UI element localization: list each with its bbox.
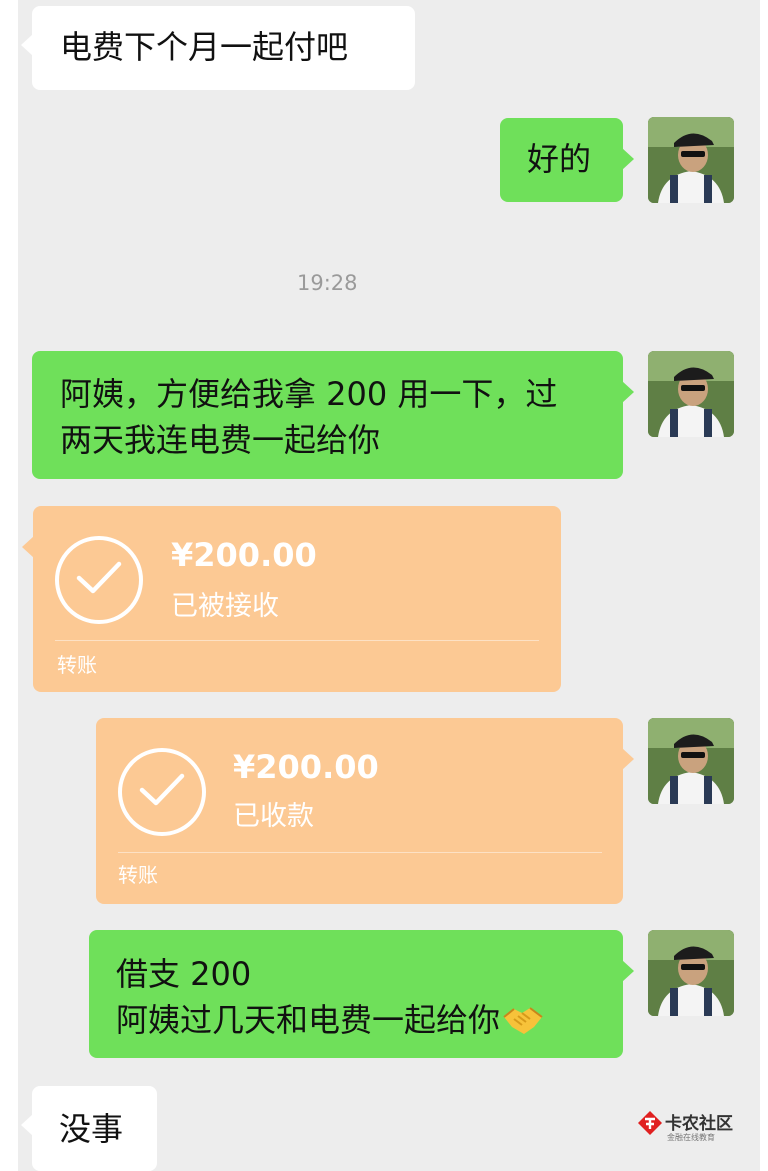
transfer-card-collected[interactable]: ¥200.00 已收款 转账 bbox=[96, 718, 634, 904]
transfer-label: 转账 bbox=[57, 653, 97, 677]
watermark-title: 卡农社区 bbox=[665, 1114, 733, 1134]
transfer-divider bbox=[55, 640, 539, 641]
transfer-label: 转账 bbox=[118, 863, 158, 887]
message-text-line: 阿姨过几天和电费一起给你 bbox=[116, 1001, 501, 1039]
avatar[interactable] bbox=[648, 117, 734, 203]
avatar-image bbox=[648, 117, 734, 203]
message-bubble-outgoing[interactable]: 好的 bbox=[500, 118, 634, 202]
avatar-image bbox=[648, 930, 734, 1016]
message-bubble-outgoing[interactable]: 借支 200 阿姨过几天和电费一起给你 bbox=[89, 930, 634, 1058]
message-bubble-outgoing[interactable]: 阿姨，方便给我拿 200 用一下，过 两天我连电费一起给你 bbox=[32, 351, 634, 479]
message-text-line: 两天我连电费一起给你 bbox=[60, 421, 381, 459]
transfer-amount: ¥200.00 bbox=[233, 748, 379, 786]
transfer-status: 已被接收 bbox=[171, 591, 279, 622]
message-text-line: 阿姨，方便给我拿 200 用一下，过 bbox=[60, 375, 558, 413]
avatar[interactable] bbox=[648, 930, 734, 1016]
avatar[interactable] bbox=[648, 351, 734, 437]
timestamp: 19:28 bbox=[297, 271, 358, 295]
avatar-image bbox=[648, 718, 734, 804]
watermark-tagline: 金融在线教育 bbox=[667, 1133, 715, 1142]
avatar-image bbox=[648, 351, 734, 437]
message-text-line: 借支 200 bbox=[116, 955, 252, 993]
watermark: 卡农社区 金融在线教育 bbox=[637, 1108, 757, 1148]
chat-area: 电费下个月一起付吧 好的 19:28 阿姨，方便给我拿 200 用一下，过 两天… bbox=[18, 0, 760, 1171]
message-bubble-incoming[interactable]: 电费下个月一起付吧 bbox=[21, 6, 415, 90]
transfer-amount: ¥200.00 bbox=[171, 536, 317, 574]
message-text: 电费下个月一起付吧 bbox=[60, 28, 349, 66]
message-text: 没事 bbox=[59, 1110, 124, 1148]
message-text-line-wrap: 阿姨过几天和电费一起给你 bbox=[116, 997, 623, 1049]
transfer-status: 已收款 bbox=[233, 801, 314, 832]
transfer-divider bbox=[118, 852, 602, 853]
transfer-card-received[interactable]: ¥200.00 已被接收 转账 bbox=[22, 506, 561, 692]
message-text: 好的 bbox=[527, 140, 592, 178]
message-bubble-incoming[interactable]: 没事 bbox=[21, 1086, 157, 1171]
handshake-emoji-icon bbox=[502, 1003, 544, 1049]
avatar[interactable] bbox=[648, 718, 734, 804]
check-circle-icon bbox=[55, 536, 143, 624]
check-circle-icon bbox=[118, 748, 206, 836]
kanong-logo-icon bbox=[638, 1111, 662, 1135]
